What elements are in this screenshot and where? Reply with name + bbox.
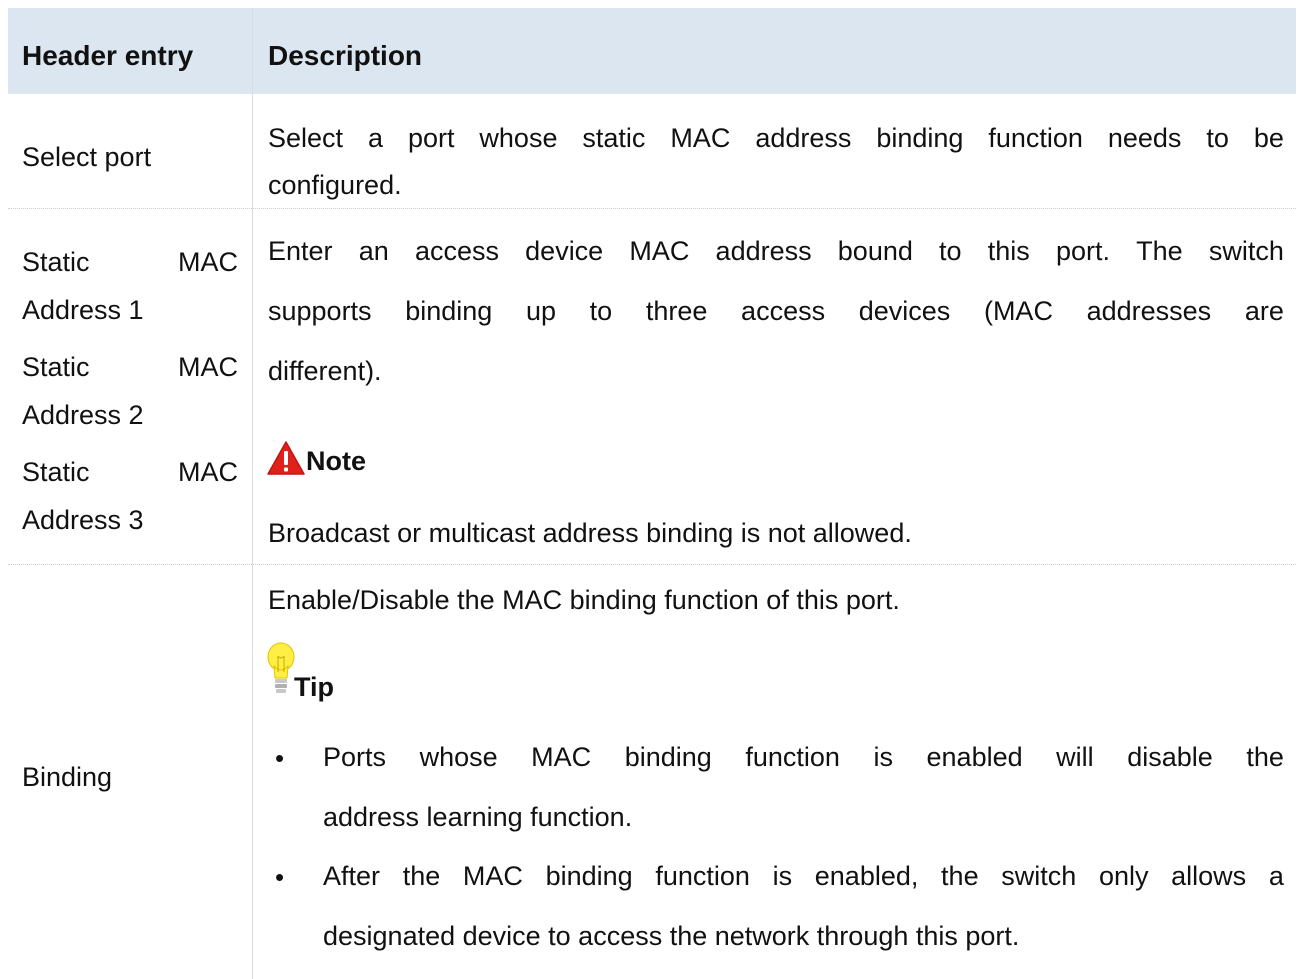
word: an bbox=[358, 236, 389, 266]
tip-1-line2: address learning function. bbox=[323, 802, 633, 832]
word: only bbox=[1098, 861, 1149, 891]
word: function bbox=[655, 861, 750, 891]
header-description-column: Description bbox=[268, 40, 423, 71]
word: MAC bbox=[629, 236, 690, 266]
word: static bbox=[582, 123, 646, 153]
word: the bbox=[941, 861, 979, 891]
word: are bbox=[1244, 296, 1284, 326]
row-static-mac-desc-line2: supports binding up to three access devices (MA… bbox=[268, 296, 1284, 327]
row-static-mac-2-entry-line2: Address 2 bbox=[22, 400, 144, 430]
word: this bbox=[987, 236, 1030, 266]
lightbulb-icon bbox=[267, 642, 295, 693]
word: three bbox=[645, 296, 708, 326]
word: bound bbox=[837, 236, 913, 266]
row-select-port-desc-line1: Select a port whose static MAC address binding f… bbox=[268, 123, 1284, 154]
row-static-mac-desc-line3: different). bbox=[268, 356, 382, 386]
word: to bbox=[939, 236, 962, 266]
word: a bbox=[367, 123, 384, 153]
row-select-port-entry: Select port bbox=[22, 142, 152, 172]
word: whose bbox=[419, 742, 498, 772]
bullet-icon: • bbox=[275, 862, 285, 892]
word: (MAC bbox=[983, 296, 1053, 326]
word: switch bbox=[1208, 236, 1284, 266]
column-divider bbox=[252, 8, 253, 979]
word: binding bbox=[876, 123, 964, 153]
word: MAC bbox=[178, 352, 238, 382]
word: enabled bbox=[926, 742, 1023, 772]
note-title: Note bbox=[306, 446, 366, 476]
word: address bbox=[715, 236, 812, 266]
table-header-row: Header entry Description bbox=[8, 8, 1296, 94]
word: addresses bbox=[1086, 296, 1212, 326]
word: a bbox=[1268, 861, 1284, 891]
word: Static bbox=[22, 352, 90, 382]
row-select-port-desc-line2: configured. bbox=[268, 170, 402, 200]
word: is bbox=[873, 742, 893, 772]
word: to bbox=[1206, 123, 1229, 153]
row-static-mac-1-entry-line2: Address 1 bbox=[22, 295, 144, 325]
row-static-mac-1-entry-line1: Static MAC bbox=[22, 247, 238, 278]
word: MAC bbox=[178, 247, 238, 277]
word: disable bbox=[1127, 742, 1213, 772]
word: function bbox=[988, 123, 1083, 153]
row-static-mac-3-entry-line2: Address 3 bbox=[22, 505, 144, 535]
word: port. bbox=[1055, 236, 1110, 266]
word: address bbox=[755, 123, 852, 153]
word: devices bbox=[858, 296, 951, 326]
row-static-mac-3-entry-line1: Static MAC bbox=[22, 457, 238, 488]
word: Static bbox=[22, 457, 90, 487]
word: the bbox=[1246, 742, 1284, 772]
word: MAC bbox=[178, 457, 238, 487]
word: MAC bbox=[462, 861, 523, 891]
tip-title: Tip bbox=[294, 672, 334, 702]
word: access bbox=[414, 236, 499, 266]
word: port bbox=[407, 123, 455, 153]
word: binding bbox=[545, 861, 633, 891]
row-separator bbox=[8, 208, 1296, 209]
word: the bbox=[402, 861, 441, 891]
word: Static bbox=[22, 247, 90, 277]
tip-1-line1: Ports whose MAC binding function is enabled wil… bbox=[323, 742, 1284, 773]
row-static-mac-2-entry-line1: Static MAC bbox=[22, 352, 238, 383]
word: MAC bbox=[670, 123, 731, 153]
word: is bbox=[772, 861, 793, 891]
word: will bbox=[1056, 742, 1094, 772]
word: be bbox=[1253, 123, 1284, 153]
row-binding-entry: Binding bbox=[22, 762, 113, 792]
word: device bbox=[525, 236, 604, 266]
tip-2-line1: After the MAC binding function is enabled, the s… bbox=[323, 861, 1284, 892]
word: The bbox=[1136, 236, 1183, 266]
word: whose bbox=[479, 123, 558, 153]
header-entry-column: Header entry bbox=[22, 40, 194, 71]
word: Select bbox=[268, 123, 344, 153]
word: up bbox=[525, 296, 556, 326]
word: switch bbox=[1001, 861, 1077, 891]
parameter-table: Header entry Description Select port Sel… bbox=[8, 8, 1296, 979]
word: to bbox=[589, 296, 613, 326]
row-separator bbox=[8, 564, 1296, 565]
word: MAC bbox=[531, 742, 592, 772]
warning-triangle-icon bbox=[267, 441, 305, 475]
bullet-icon: • bbox=[275, 743, 285, 773]
word: binding bbox=[405, 296, 493, 326]
note-text: Broadcast or multicast address binding i… bbox=[268, 518, 912, 548]
tip-2-line2: designated device to access the network … bbox=[323, 921, 1020, 951]
word: supports bbox=[268, 296, 372, 326]
word: access bbox=[741, 296, 826, 326]
word: allows bbox=[1171, 861, 1247, 891]
word: needs bbox=[1107, 123, 1182, 153]
word: function bbox=[745, 742, 840, 772]
word: Ports bbox=[323, 742, 387, 772]
word: enabled, bbox=[814, 861, 919, 891]
row-binding-desc: Enable/Disable the MAC binding function … bbox=[268, 585, 900, 615]
word: binding bbox=[624, 742, 712, 772]
word: Enter bbox=[268, 236, 333, 266]
word: After bbox=[323, 861, 381, 891]
row-static-mac-desc-line1: Enter an access device MAC address bound to this… bbox=[268, 236, 1284, 267]
